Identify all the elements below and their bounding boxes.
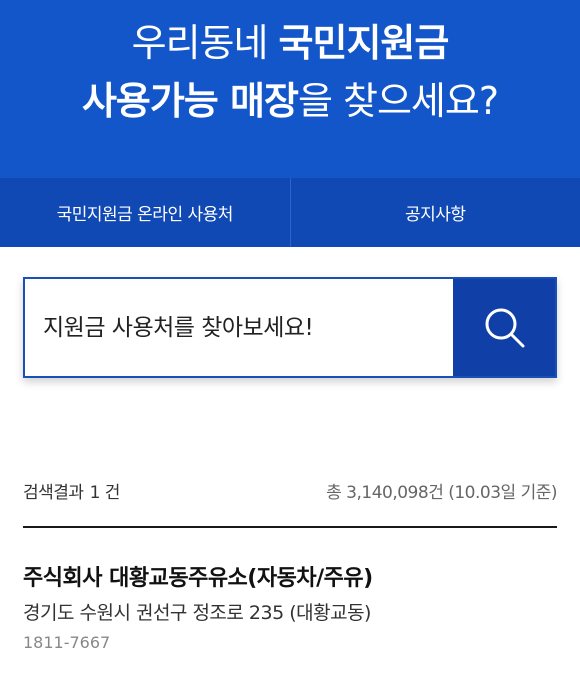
hero-title-line-1: 우리동네 국민지원금: [0, 12, 580, 67]
result-divider: [23, 526, 557, 528]
hero-title-line-2: 사용가능 매장을 찾으세요?: [0, 70, 580, 125]
search-input[interactable]: [25, 279, 455, 376]
nav-tabs: 국민지원금 온라인 사용처 공지사항: [0, 178, 580, 247]
tab-online-usage[interactable]: 국민지원금 온라인 사용처: [0, 178, 291, 247]
hero-line2-normal: 을 찾으세요?: [297, 79, 499, 123]
store-name: 주식회사 대황교동주유소(자동차/주유): [23, 566, 373, 591]
result-count: 검색결과 1 건: [23, 478, 120, 503]
hero-line1-normal: 우리동네: [131, 21, 279, 65]
tab-notice[interactable]: 공지사항: [291, 178, 580, 247]
total-count: 총 3,140,098건 (10.03일 기준): [326, 483, 557, 503]
list-item[interactable]: 주식회사 대황교동주유소(자동차/주유) 경기도 수원시 권선구 정조로 235…: [23, 560, 557, 652]
result-count-value: 1 건: [89, 483, 121, 503]
store-phone: 1811-7667: [23, 633, 111, 652]
hero-banner: 우리동네 국민지원금 사용가능 매장을 찾으세요?: [0, 0, 580, 178]
hero-line1-bold: 국민지원금: [278, 21, 450, 65]
search-button[interactable]: [453, 279, 555, 376]
search-icon: [485, 308, 525, 348]
store-address: 경기도 수원시 권선구 정조로 235 (대황교동): [23, 602, 371, 624]
result-count-label: 검색결과: [23, 483, 84, 503]
hero-line2-bold: 사용가능 매장: [81, 79, 299, 123]
search-box: [23, 277, 557, 378]
